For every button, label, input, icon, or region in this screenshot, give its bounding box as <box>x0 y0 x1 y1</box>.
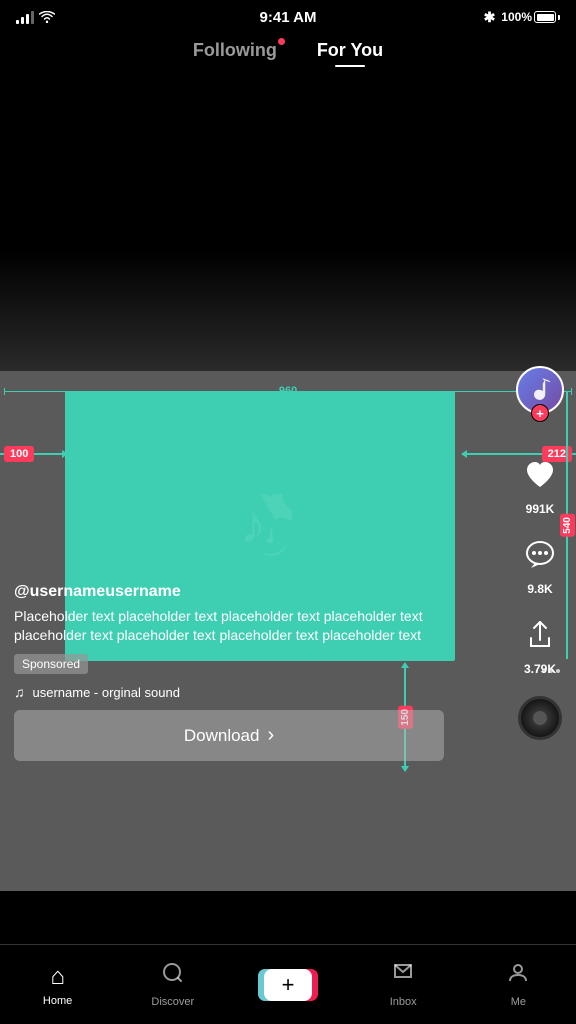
creator-username[interactable]: @usernameusername <box>14 583 562 601</box>
me-label: Me <box>511 996 526 1008</box>
follow-plus-btn[interactable]: + <box>531 404 549 422</box>
status-right: ✱ 100% <box>484 9 560 26</box>
music-note-icon: ♫ <box>14 684 25 700</box>
tab-following[interactable]: Following <box>193 40 277 67</box>
nav-create[interactable]: + <box>230 969 345 1001</box>
sound-name: username - orginal sound <box>33 685 180 700</box>
measure-960: 960 <box>275 385 301 397</box>
video-caption: Placeholder text placeholder text placeh… <box>14 607 454 646</box>
download-button[interactable]: Download › <box>14 710 444 761</box>
inbox-icon <box>391 961 415 992</box>
sponsored-badge: Sponsored <box>14 654 88 674</box>
inbox-label: Inbox <box>390 996 417 1008</box>
bottom-navigation: ⌂ Home Discover + Inbox <box>0 944 576 1024</box>
video-bottom-content: @usernameusername Placeholder text place… <box>0 583 576 761</box>
bluetooth-icon: ✱ <box>484 9 496 26</box>
sound-bar[interactable]: ♫ username - orginal sound <box>14 684 562 700</box>
status-time: 9:41 AM <box>260 9 317 26</box>
notification-dot <box>278 38 285 45</box>
home-icon: ⌂ <box>50 963 65 991</box>
me-icon <box>506 961 530 992</box>
top-navigation: Following For You <box>0 32 576 71</box>
video-bg-dark <box>0 71 576 371</box>
status-left <box>16 10 55 24</box>
svg-text:♪: ♪ <box>240 496 266 554</box>
tiktok-watermark: ♪ <box>220 484 300 569</box>
nav-discover[interactable]: Discover <box>115 961 230 1008</box>
battery-indicator: 100% <box>501 10 560 24</box>
discover-label: Discover <box>151 996 194 1008</box>
discover-icon <box>161 961 185 992</box>
measure-100: 100 <box>4 446 34 462</box>
tab-for-you[interactable]: For You <box>317 40 383 67</box>
video-area[interactable]: ♪ 960 100 212 540 150 <box>0 71 576 891</box>
like-count: 991K <box>526 502 555 516</box>
battery-pct-text: 100% <box>501 10 532 24</box>
signal-icon <box>16 10 34 24</box>
nav-home[interactable]: ⌂ Home <box>0 963 115 1007</box>
status-bar: 9:41 AM ✱ 100% <box>0 0 576 32</box>
download-chevron-icon: › <box>267 724 274 747</box>
creator-avatar[interactable]: + <box>516 366 564 414</box>
home-label: Home <box>43 995 72 1007</box>
like-button[interactable]: 991K <box>517 452 563 516</box>
wifi-icon <box>39 11 55 23</box>
nav-inbox[interactable]: Inbox <box>346 961 461 1008</box>
nav-me[interactable]: Me <box>461 961 576 1008</box>
